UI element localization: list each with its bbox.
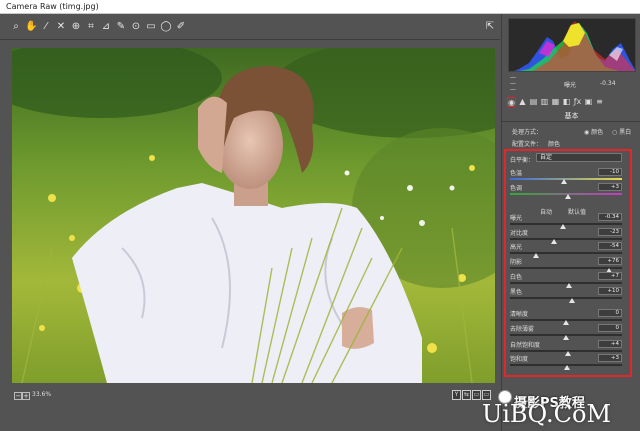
watermark-site: UiBQ.CoM <box>482 400 612 428</box>
toolbar: ⌕ ✋ ⁄ ✕ ⊕ ⌗ ⊿ ✎ ⊙ ▭ ◯ ✐ ⇱ <box>0 14 500 40</box>
preview-area <box>0 40 500 388</box>
spot-removal-icon[interactable]: ✎ <box>115 21 127 33</box>
slider-label: 对比度 <box>510 230 529 237</box>
color-sampler-icon[interactable]: ✕ <box>55 21 67 33</box>
hand-icon[interactable]: ✋ <box>25 21 37 33</box>
slider-label: 饱和度 <box>510 356 529 363</box>
title-bar: Camera Raw (timg.jpg) <box>0 0 640 14</box>
slider-label: 白色 <box>510 274 523 281</box>
radial-filter-icon[interactable]: ◯ <box>160 21 172 33</box>
wb-select[interactable]: 自定 <box>536 153 622 162</box>
slider-value-field[interactable]: -0.34 <box>598 213 622 221</box>
split-toning-tab-icon[interactable]: ▦ <box>551 97 560 107</box>
slider-value-field[interactable]: +3 <box>598 354 622 362</box>
slider-value-field[interactable]: 0 <box>598 309 622 317</box>
slider-value-field[interactable]: +7 <box>598 272 622 280</box>
camera-calibration-tab-icon[interactable]: ▣ <box>584 97 593 107</box>
zoom-out-button[interactable]: − <box>14 392 22 400</box>
detail-tab-icon[interactable]: ▤ <box>529 97 538 107</box>
slider-thumb[interactable] <box>566 283 573 288</box>
copy-settings-button[interactable]: ▭ <box>472 390 481 400</box>
slider-value-field[interactable]: +3 <box>598 183 622 191</box>
histogram <box>508 18 636 72</box>
crop-icon[interactable]: ⌗ <box>85 21 97 33</box>
auto-link[interactable]: 自动 <box>540 207 552 216</box>
slider-value-field[interactable]: -23 <box>598 228 622 236</box>
slider-track[interactable] <box>510 252 622 254</box>
effects-tab-icon[interactable]: ƒx <box>573 97 582 107</box>
slider-thumb[interactable] <box>563 335 569 340</box>
slider-value-field[interactable]: +76 <box>598 257 622 265</box>
targeted-adjust-icon[interactable]: ⊕ <box>70 21 82 33</box>
slider-value-field[interactable]: +10 <box>598 287 622 295</box>
lens-tab-icon[interactable]: ◧ <box>562 97 571 107</box>
slider-thumb[interactable] <box>565 351 572 356</box>
preview-toggle-icon[interactable]: ⇱ <box>484 21 496 33</box>
slider-label: 阴影 <box>510 259 523 266</box>
swap-button[interactable]: ⇆ <box>462 390 471 400</box>
slider-label: 色温 <box>510 170 523 177</box>
slider-label: 清晰度 <box>510 311 529 318</box>
slider-thumb[interactable] <box>550 239 557 244</box>
slider-value-field[interactable]: +4 <box>598 340 622 348</box>
photo-image <box>12 48 495 383</box>
wb-label: 白平衡： <box>510 157 535 164</box>
slider-thumb[interactable] <box>559 224 566 229</box>
zoom-in-button[interactable]: + <box>22 392 30 400</box>
slider-label: 去除薄雾 <box>510 326 535 333</box>
default-link[interactable]: 默认值 <box>568 207 586 216</box>
graduated-filter-icon[interactable]: ▭ <box>145 21 157 33</box>
zoom-level[interactable]: 33.6% <box>32 391 51 398</box>
toggle-view-button[interactable]: ▭ <box>482 390 491 400</box>
adjustment-brush-icon[interactable]: ✐ <box>175 21 187 33</box>
exposure-info-label: 曝光 <box>564 82 577 89</box>
slider-label: 曝光 <box>510 215 523 222</box>
profile-select[interactable]: 颜色 <box>548 139 560 148</box>
slider-thumb[interactable] <box>532 253 539 258</box>
panel-tabs: ◉ ▲ ▤ ▥ ▦ ◧ ƒx ▣ ≡ <box>503 96 640 110</box>
redeye-icon[interactable]: ⊙ <box>130 21 142 33</box>
before-after-button[interactable]: Y <box>452 390 461 400</box>
bottom-bar: − + 33.6% Y ⇆ ▭ ▭ <box>0 388 500 431</box>
treatment-bw-radio[interactable]: ○ 黑白 <box>612 127 631 136</box>
zoom-icon[interactable]: ⌕ <box>10 21 22 33</box>
slider-label: 色调 <box>510 185 523 192</box>
straighten-icon[interactable]: ⊿ <box>100 21 112 33</box>
treatment-color-radio[interactable]: ◉ 颜色 <box>584 127 603 136</box>
basic-tab-icon[interactable]: ◉ <box>507 97 516 107</box>
presets-tab-icon[interactable]: ≡ <box>595 97 604 107</box>
slider-label: 自然饱和度 <box>510 342 541 349</box>
profile-row: 配置文件： 颜色 <box>512 139 561 148</box>
slider-thumb[interactable] <box>560 179 567 184</box>
slider-label: 黑色 <box>510 289 523 296</box>
slider-thumb[interactable] <box>564 365 571 370</box>
section-title: 基本 <box>502 111 640 122</box>
slider-track[interactable] <box>510 238 622 240</box>
slider-thumb[interactable] <box>563 320 569 325</box>
slider-label: 高光 <box>510 244 523 251</box>
slider-value-field[interactable]: -54 <box>598 242 622 250</box>
camera-raw-window: Camera Raw (timg.jpg) ⌕ ✋ ⁄ ✕ ⊕ ⌗ ⊿ ✎ ⊙ ▭ ◯ ✐ ⇱ <box>0 0 640 431</box>
slider-thumb[interactable] <box>568 298 575 303</box>
hsl-tab-icon[interactable]: ▥ <box>540 97 549 107</box>
exposure-info-value: -0.34 <box>600 80 616 87</box>
slider-track[interactable] <box>510 223 622 225</box>
slider-thumb[interactable] <box>565 194 572 199</box>
tone-curve-tab-icon[interactable]: ▲ <box>518 97 527 107</box>
preview-photo[interactable] <box>12 48 495 383</box>
white-balance-icon[interactable]: ⁄ <box>40 21 52 33</box>
slider-value-field[interactable]: -10 <box>598 168 622 176</box>
treatment-row: 处理方式： ◉ 颜色 ○ 黑白 <box>512 127 632 136</box>
slider-track[interactable] <box>510 297 622 299</box>
slider-value-field[interactable]: 0 <box>598 324 622 332</box>
